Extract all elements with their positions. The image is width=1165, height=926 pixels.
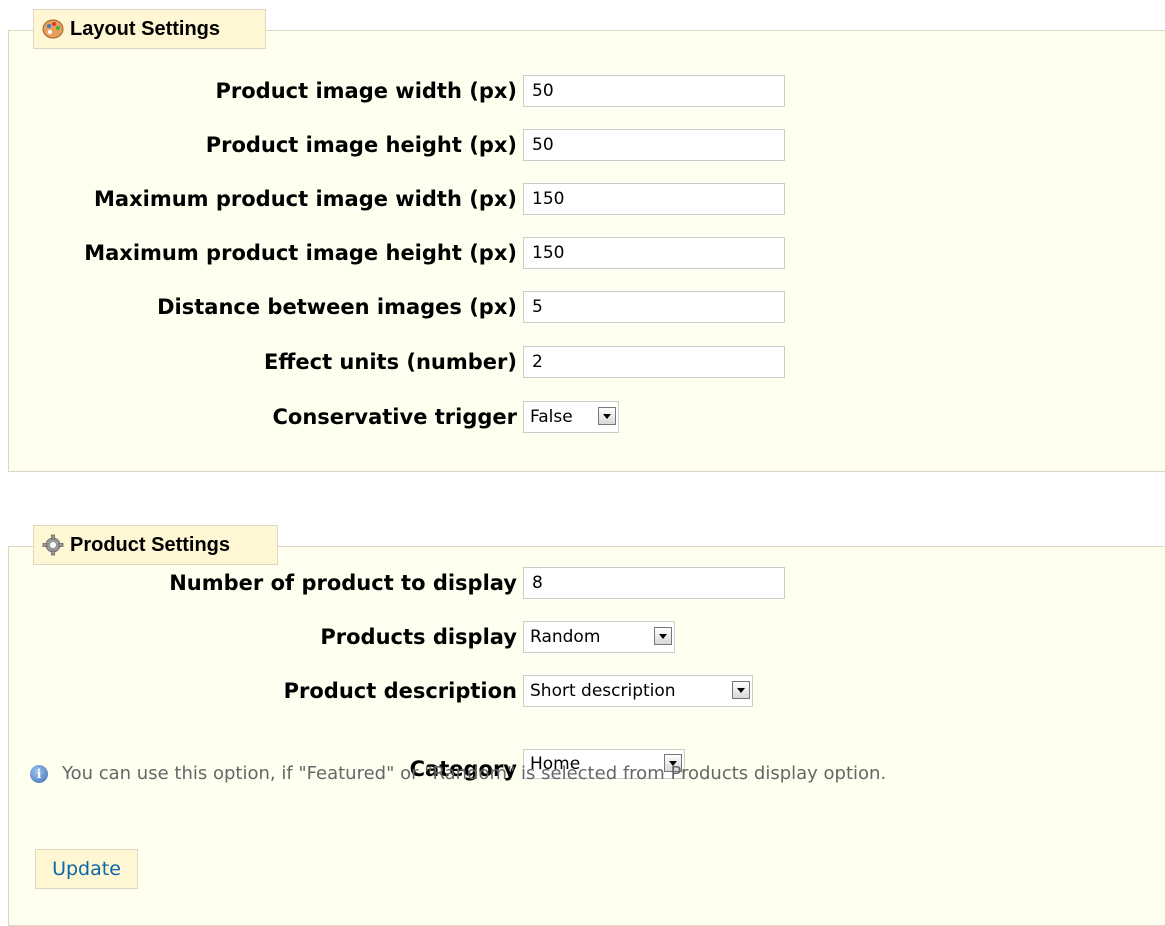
legend-title: Layout Settings: [70, 17, 221, 40]
chevron-down-icon[interactable]: [598, 407, 616, 425]
info-icon: i: [30, 764, 48, 783]
layout-settings-legend: Layout Settings: [33, 9, 266, 49]
product-description-select[interactable]: Short description: [523, 675, 753, 707]
effect-units-input[interactable]: [523, 346, 785, 378]
products-display-select[interactable]: Random: [523, 621, 675, 653]
product-image-height-input[interactable]: [523, 129, 785, 161]
field-label: Products display: [320, 625, 517, 649]
select-value: Random: [530, 627, 601, 647]
gear-icon: [42, 534, 64, 556]
legend-title: Product Settings: [70, 533, 231, 556]
field-label: Effect units (number): [264, 350, 517, 374]
field-label: Distance between images (px): [157, 295, 517, 319]
max-product-image-width-input[interactable]: [523, 183, 785, 215]
max-product-image-height-input[interactable]: [523, 237, 785, 269]
layout-settings-fieldset: Layout Settings Product image width (px)…: [8, 9, 1165, 472]
distance-between-images-input[interactable]: [523, 291, 785, 323]
field-label: Maximum product image height (px): [84, 241, 517, 265]
product-settings-legend: Product Settings: [33, 525, 278, 565]
field-label: Product image height (px): [205, 133, 517, 157]
field-label: Number of product to display: [169, 571, 517, 595]
chevron-down-icon[interactable]: [654, 627, 672, 645]
select-value: Short description: [530, 681, 676, 701]
field-label: Product image width (px): [215, 79, 518, 103]
field-label: Maximum product image width (px): [94, 187, 517, 211]
conservative-trigger-select[interactable]: False: [523, 401, 619, 433]
field-label: Conservative trigger: [272, 405, 517, 429]
chevron-down-icon[interactable]: [732, 681, 750, 699]
update-button[interactable]: Update: [35, 849, 138, 889]
select-value: False: [530, 407, 573, 427]
field-label: Product description: [283, 679, 517, 703]
product-image-width-input[interactable]: [523, 75, 785, 107]
palette-icon: [42, 18, 64, 40]
info-note: i You can use this option, if "Featured"…: [30, 763, 886, 784]
info-text: You can use this option, if "Featured" o…: [62, 763, 887, 784]
number-of-products-input[interactable]: [523, 567, 785, 599]
product-settings-fieldset: Product Settings Number of product to di…: [8, 525, 1165, 926]
